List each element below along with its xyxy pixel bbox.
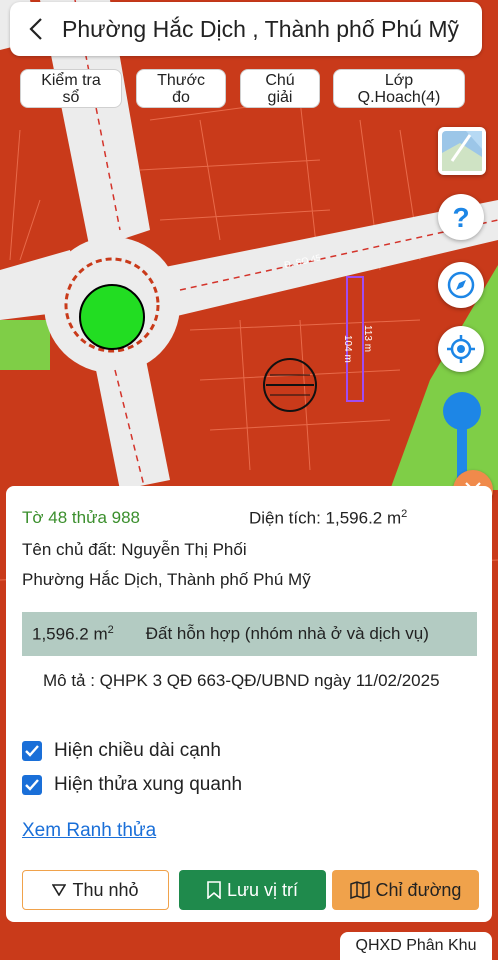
check-book-button[interactable]: Kiểm tra sổ bbox=[20, 69, 122, 108]
help-button[interactable]: ? bbox=[438, 194, 484, 240]
zone-info-bar: 1,596.2 m2 Đất hỗn hợp (nhóm nhà ở và dị… bbox=[22, 612, 477, 656]
map-thumbnail-icon bbox=[442, 131, 482, 171]
save-location-label: Lưu vị trí bbox=[226, 879, 299, 900]
gps-icon bbox=[447, 335, 475, 363]
toolbar: Kiểm tra sổ Thước đo Chú giải Lớp Q.Hoac… bbox=[0, 69, 498, 109]
edge-length-toggle[interactable]: Hiện chiều dài cạnh bbox=[22, 740, 221, 762]
area-text: Diện tích: 1,596.2 m2 bbox=[249, 508, 407, 529]
zone-type: Đất hỗn hợp (nhóm nhà ở và dịch vụ) bbox=[145, 624, 429, 643]
chevron-left-icon bbox=[29, 18, 42, 40]
legend-button[interactable]: Chú giải bbox=[240, 69, 320, 108]
checkbox-checked-icon[interactable] bbox=[22, 775, 42, 795]
dim-short-label: 104 m bbox=[342, 335, 353, 363]
description-text: Mô tả : QHPK 3 QĐ 663-QĐ/UBND ngày 11/02… bbox=[43, 671, 440, 690]
layer-button[interactable]: Lớp Q.Hoach(4) bbox=[333, 69, 465, 108]
edge-length-label: Hiện chiều dài cạnh bbox=[54, 740, 221, 761]
view-boundary-link[interactable]: Xem Ranh thửa bbox=[22, 820, 156, 842]
question-icon: ? bbox=[452, 203, 469, 231]
parcel-id: Tờ 48 thửa 988 bbox=[22, 508, 140, 527]
map-type-button[interactable] bbox=[438, 127, 486, 175]
map-icon bbox=[349, 881, 370, 899]
directions-label: Chỉ đường bbox=[375, 879, 462, 900]
layer-name-tag: QHXD Phân Khu bbox=[340, 932, 492, 960]
owner-name: Tên chủ đất: Nguyễn Thị Phối bbox=[22, 540, 247, 559]
dim-long-label: 113 m bbox=[362, 325, 373, 352]
triangle-down-icon bbox=[52, 884, 67, 896]
checkbox-checked-icon[interactable] bbox=[22, 741, 42, 761]
zone-area: 1,596.2 m2 bbox=[32, 624, 114, 645]
collapse-label: Thu nhỏ bbox=[72, 879, 139, 900]
opacity-slider-knob[interactable] bbox=[443, 392, 481, 430]
back-button[interactable] bbox=[10, 2, 62, 56]
area-sup: 2 bbox=[401, 508, 408, 520]
ruler-button[interactable]: Thước đo bbox=[136, 69, 226, 108]
zone-area-value: 1,596.2 m bbox=[32, 624, 108, 644]
directions-button[interactable]: Chỉ đường bbox=[332, 870, 479, 910]
header-bar: Phường Hắc Dịch , Thành phố Phú Mỹ bbox=[10, 2, 482, 56]
area-label: Diện tích: 1,596.2 m bbox=[249, 508, 402, 528]
roundabout-center bbox=[79, 284, 145, 350]
collapse-button[interactable]: Thu nhỏ bbox=[22, 870, 169, 910]
zone-area-sup: 2 bbox=[107, 623, 114, 636]
neighbors-label: Hiện thửa xung quanh bbox=[54, 774, 243, 795]
parcel-info-panel: Tờ 48 thửa 988 Diện tích: 1,596.2 m2 Tên… bbox=[6, 486, 492, 922]
location-text: Phường Hắc Dịch, Thành phố Phú Mỹ bbox=[22, 570, 311, 589]
compass-icon bbox=[447, 271, 475, 299]
my-location-button[interactable] bbox=[438, 326, 484, 372]
page-title: Phường Hắc Dịch , Thành phố Phú Mỹ bbox=[62, 15, 459, 42]
green-strip bbox=[0, 320, 50, 370]
svg-text:?: ? bbox=[452, 203, 469, 231]
bookmark-icon bbox=[207, 881, 221, 899]
neighbors-toggle[interactable]: Hiện thửa xung quanh bbox=[22, 774, 242, 796]
compass-button[interactable] bbox=[438, 262, 484, 308]
save-location-button[interactable]: Lưu vị trí bbox=[179, 870, 326, 910]
